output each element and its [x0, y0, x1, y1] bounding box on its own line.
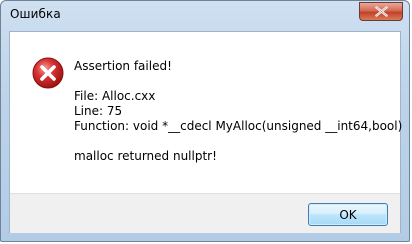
window-title: Ошибка — [10, 7, 61, 21]
assertion-heading: Assertion failed! — [74, 59, 172, 73]
file-line: File: Alloc.cxx — [74, 89, 156, 103]
button-area: OK — [10, 193, 400, 233]
message-box-window: Ошибка Assertion failed! File: Alloc.cxx… — [0, 0, 410, 242]
detail-line: malloc returned nullptr! — [74, 149, 217, 163]
title-bar[interactable]: Ошибка — [1, 1, 411, 31]
close-icon — [375, 6, 388, 17]
dialog-body: Assertion failed! File: Alloc.cxx Line: … — [9, 31, 402, 233]
error-icon — [32, 57, 64, 89]
line-number-line: Line: 75 — [74, 104, 123, 118]
close-button[interactable] — [359, 2, 403, 21]
ok-button[interactable]: OK — [308, 203, 388, 226]
message-text: Assertion failed! File: Alloc.cxx Line: … — [74, 59, 402, 164]
function-line: Function: void *__cdecl MyAlloc(unsigned… — [74, 119, 403, 133]
